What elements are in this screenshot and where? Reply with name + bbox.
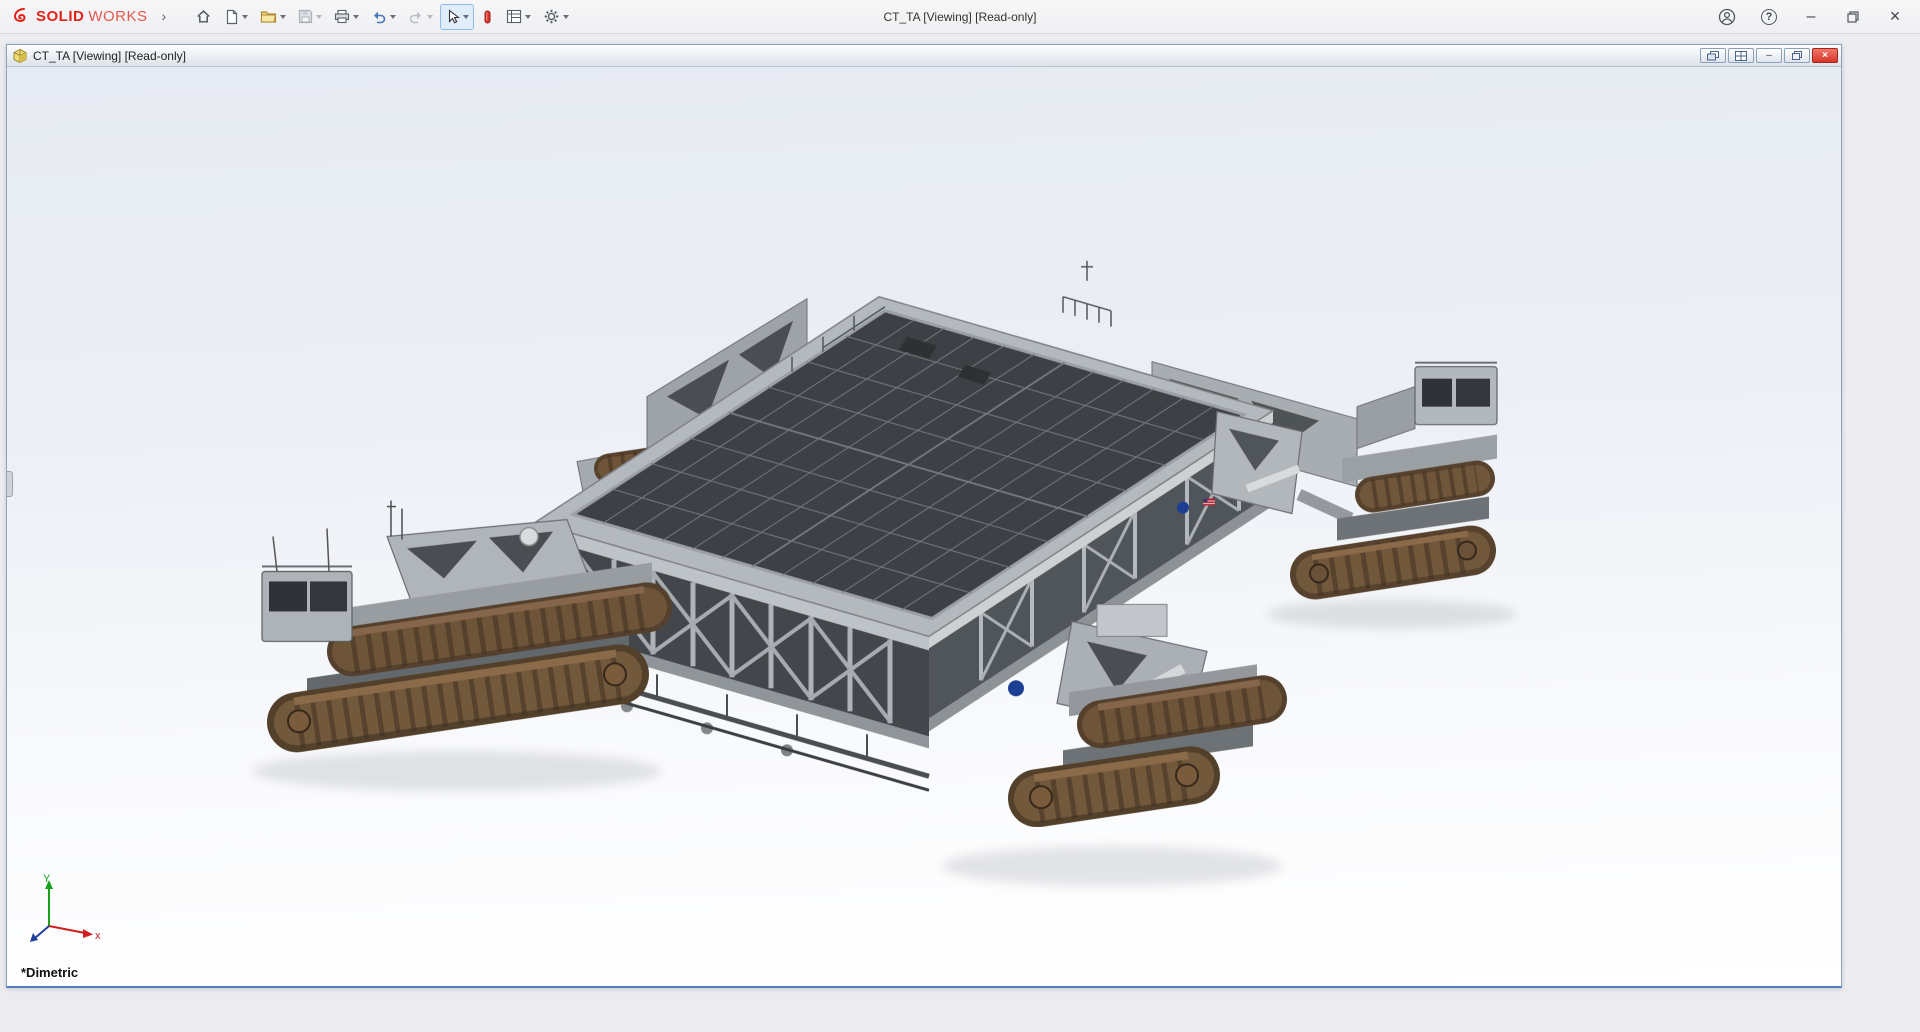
model-canvas[interactable] — [7, 67, 1841, 986]
solidworks-part-icon — [13, 48, 27, 63]
child-minimize-button[interactable]: – — [1756, 48, 1782, 63]
chevron-right-icon: › — [161, 7, 167, 24]
window-controls: ? – × — [1706, 1, 1916, 33]
redo-button[interactable] — [403, 4, 438, 30]
orientation-triad: Y x — [30, 873, 101, 942]
minimize-icon: – — [1766, 49, 1772, 61]
printer-icon — [335, 9, 350, 24]
triad-x-label: x — [95, 930, 101, 942]
mdi-client-area: CT_TA [Viewing] [Read-only] – × Y x *Dim… — [0, 34, 1920, 1031]
app-titlebar: SOLID WORKS › CT_TA [Viewing] [Read-only… — [0, 0, 1920, 34]
expand-menu-button[interactable]: › — [154, 6, 175, 28]
gear-icon — [544, 9, 559, 24]
select-tool-button[interactable] — [440, 3, 475, 30]
dropdown-caret-icon[interactable] — [427, 14, 434, 19]
red-cylinder-icon — [484, 10, 491, 23]
document-title: CT_TA [Viewing] [Read-only] — [883, 9, 1037, 24]
settings-button[interactable] — [538, 4, 574, 30]
triad-y-label: Y — [43, 873, 51, 885]
cascade-windows-icon — [1707, 50, 1719, 60]
save-floppy-icon — [299, 9, 313, 24]
close-icon: × — [1889, 6, 1901, 26]
cascade-windows-button[interactable] — [1700, 48, 1726, 63]
record-macro-button[interactable] — [476, 4, 499, 30]
close-button[interactable]: × — [1874, 1, 1916, 33]
document-window: CT_TA [Viewing] [Read-only] – × Y x *Dim… — [6, 44, 1842, 988]
document-window-title: CT_TA [Viewing] [Read-only] — [33, 48, 186, 63]
crawler-transporter-model[interactable] — [261, 260, 1498, 828]
nasa-logo — [1177, 501, 1189, 514]
minimize-icon: – — [1806, 7, 1816, 25]
rear-right-cab — [1414, 361, 1498, 426]
brand-solid-text: SOLID — [36, 8, 85, 25]
home-button[interactable] — [190, 4, 217, 30]
dropdown-caret-icon[interactable] — [390, 14, 397, 19]
new-document-button[interactable] — [219, 4, 253, 30]
display-options-button[interactable] — [501, 4, 536, 30]
open-button[interactable] — [255, 4, 291, 30]
redo-arrow-icon — [409, 11, 422, 24]
graphics-viewport[interactable]: Y x *Dimetric — [7, 67, 1841, 986]
restore-icon — [1847, 10, 1859, 23]
undo-arrow-icon — [374, 11, 386, 24]
dropdown-caret-icon[interactable] — [463, 14, 470, 19]
restore-icon — [1792, 50, 1802, 60]
dassault-swirl-icon — [13, 7, 26, 22]
front-left-cab — [261, 528, 353, 642]
dropdown-caret-icon[interactable] — [242, 14, 249, 19]
dropdown-caret-icon[interactable] — [563, 14, 570, 19]
account-button[interactable] — [1706, 1, 1748, 33]
us-flag — [1203, 498, 1215, 506]
dropdown-caret-icon[interactable] — [316, 14, 323, 19]
new-document-icon — [227, 9, 238, 24]
child-restore-button[interactable] — [1784, 48, 1810, 63]
print-button[interactable] — [329, 4, 364, 30]
help-icon: ? — [1761, 8, 1777, 25]
dropdown-caret-icon[interactable] — [525, 14, 532, 19]
brand-works-text: WORKS — [88, 8, 148, 25]
solidworks-logo: SOLID WORKS — [10, 6, 148, 28]
user-icon — [1718, 8, 1736, 25]
save-button[interactable] — [293, 4, 327, 30]
home-icon — [197, 10, 211, 23]
view-orientation-label: *Dimetric — [21, 965, 79, 980]
close-icon: × — [1822, 49, 1828, 61]
minimize-button[interactable]: – — [1790, 1, 1832, 33]
maximize-button[interactable] — [1832, 1, 1874, 33]
open-folder-icon — [261, 11, 277, 23]
document-window-titlebar[interactable]: CT_TA [Viewing] [Read-only] – × — [7, 45, 1841, 67]
tile-windows-icon — [1735, 50, 1747, 61]
feature-panel-splitter[interactable] — [7, 471, 13, 498]
dropdown-caret-icon[interactable] — [353, 14, 360, 19]
main-toolbar — [190, 3, 574, 30]
child-close-button[interactable]: × — [1812, 48, 1838, 63]
help-button[interactable]: ? — [1748, 1, 1790, 33]
nasa-logo — [1008, 680, 1024, 697]
tile-windows-button[interactable] — [1728, 48, 1754, 63]
document-window-buttons: – × — [1700, 48, 1838, 63]
sheet-list-icon — [507, 9, 522, 24]
undo-button[interactable] — [366, 4, 401, 30]
select-cursor-icon — [449, 8, 461, 23]
dropdown-caret-icon[interactable] — [280, 14, 287, 19]
